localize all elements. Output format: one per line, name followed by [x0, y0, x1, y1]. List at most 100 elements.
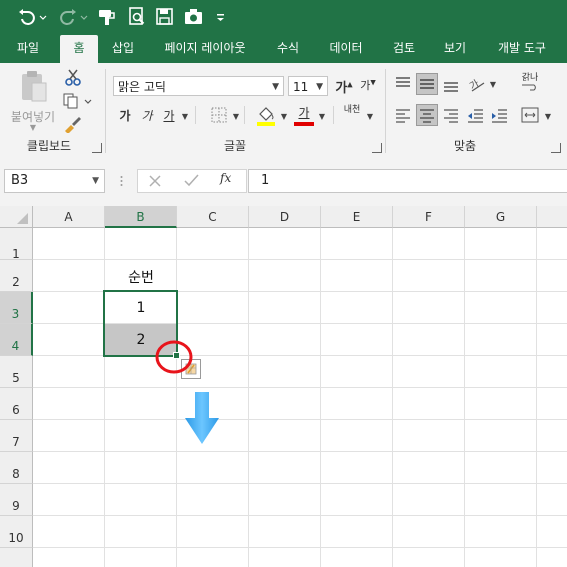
italic-button[interactable]: 가	[140, 107, 154, 127]
bold-button[interactable]: 가	[118, 107, 132, 127]
separator	[195, 106, 196, 124]
increase-font-size-button[interactable]: 가▲	[334, 77, 354, 97]
undo-icon[interactable]	[14, 6, 48, 28]
tab-developer[interactable]: 개발 도구	[486, 35, 558, 63]
underline-button[interactable]: 가	[162, 107, 176, 127]
camera-icon[interactable]	[182, 6, 206, 28]
chevron-down-icon: ▼	[92, 176, 99, 186]
decrease-indent-button[interactable]	[466, 106, 484, 124]
drag-handle-icon[interactable]	[120, 172, 123, 190]
underline-options-icon[interactable]: ▼	[180, 112, 190, 121]
ribbon-tabs: 파일 홈 삽입 페이지 레이아웃 수식 데이터 검토 보기 개발 도구	[0, 35, 567, 63]
row-header-8[interactable]: 8	[0, 452, 33, 484]
tab-page-layout[interactable]: 페이지 레이아웃	[153, 35, 257, 63]
align-left-button[interactable]	[394, 106, 412, 124]
borders-options-icon[interactable]: ▼	[231, 112, 241, 121]
paste-button[interactable]: 붙여넣기 ▼	[10, 69, 56, 132]
row-header-4[interactable]: 4	[0, 324, 33, 356]
increase-indent-button[interactable]	[490, 106, 508, 124]
middle-align-icon	[420, 79, 434, 89]
row-header-9[interactable]: 9	[0, 484, 33, 516]
copy-button[interactable]	[62, 92, 96, 110]
formula-input[interactable]: 1	[248, 169, 567, 193]
row-header-10[interactable]: 10	[0, 516, 33, 548]
row-header-3[interactable]: 3	[0, 292, 33, 324]
column-header-g[interactable]: G	[465, 206, 537, 228]
orientation-button[interactable]: 가	[466, 73, 488, 95]
cancel-icon[interactable]	[146, 173, 164, 189]
middle-align-button[interactable]	[416, 73, 438, 95]
ribbon: 붙여넣기 ▼ 클립보드 맑은 고딕 ▼ 11 ▼ 가▲ 가▼ 가 가 가 ▼ ▼…	[0, 63, 567, 159]
merge-icon	[521, 107, 539, 123]
font-color-button[interactable]: 가	[294, 105, 314, 127]
column-header-c[interactable]: C	[177, 206, 249, 228]
tab-formulas[interactable]: 수식	[266, 35, 310, 63]
row-header-7[interactable]: 7	[0, 420, 33, 452]
tab-data[interactable]: 데이터	[320, 35, 372, 63]
print-preview-icon[interactable]	[126, 6, 148, 28]
redo-icon[interactable]	[55, 6, 89, 28]
orientation-options-icon[interactable]: ▼	[488, 80, 498, 89]
format-painter-icon[interactable]	[96, 6, 118, 28]
enter-check-icon[interactable]	[182, 173, 200, 189]
top-align-button[interactable]	[394, 75, 412, 93]
column-header-d[interactable]: D	[249, 206, 321, 228]
align-right-button[interactable]	[442, 106, 460, 124]
font-name-value: 맑은 고딕	[118, 80, 166, 94]
cut-button[interactable]	[62, 69, 84, 87]
decrease-font-size-button[interactable]: 가▼	[358, 77, 378, 97]
fill-color-button[interactable]	[256, 105, 276, 127]
phonetic-options-icon[interactable]: ▼	[365, 112, 375, 121]
merge-options-icon[interactable]: ▼	[543, 112, 553, 121]
worksheet-grid: A B C D E F G 1 2 3 4 5 6 7 8 9 10 순번 1 …	[0, 206, 567, 567]
tab-view[interactable]: 보기	[434, 35, 476, 63]
select-all-button[interactable]	[0, 206, 33, 228]
name-box[interactable]: B3 ▼	[4, 169, 105, 193]
down-arrow-icon	[185, 392, 219, 444]
gridline	[33, 451, 567, 452]
column-header-f[interactable]: F	[393, 206, 465, 228]
tab-insert[interactable]: 삽입	[103, 35, 143, 63]
row-header-5[interactable]: 5	[0, 356, 33, 388]
gridline	[464, 228, 465, 567]
column-header-b[interactable]: B	[105, 206, 177, 228]
font-size-value: 11	[293, 80, 309, 94]
row-header-1[interactable]: 1	[0, 228, 33, 261]
fill-color-options-icon[interactable]: ▼	[279, 112, 289, 121]
column-header-h[interactable]	[537, 206, 567, 228]
font-launcher-icon[interactable]	[372, 143, 382, 153]
wrap-text-label: 갉나	[521, 73, 539, 83]
column-header-a[interactable]: A	[33, 206, 105, 228]
format-painter-button[interactable]	[62, 115, 84, 134]
row-header-2[interactable]: 2	[0, 260, 33, 292]
align-left-icon	[396, 109, 410, 123]
row-header-11[interactable]	[0, 548, 33, 567]
phonetic-guide-button[interactable]: 내천	[340, 105, 364, 127]
orientation-icon: 가	[467, 78, 485, 93]
cell-b2[interactable]: 순번	[105, 264, 177, 292]
save-icon[interactable]	[154, 6, 176, 28]
tab-review[interactable]: 검토	[382, 35, 426, 63]
insert-function-button[interactable]: fx	[220, 171, 238, 189]
align-right-icon	[444, 109, 458, 123]
wrap-text-button[interactable]: 갉나	[517, 73, 543, 97]
borders-button[interactable]	[210, 107, 228, 125]
gridline	[248, 228, 249, 567]
chevron-down-icon: ▼	[316, 82, 323, 92]
row-header-6[interactable]: 6	[0, 388, 33, 420]
tab-file[interactable]: 파일	[6, 35, 50, 63]
font-size-dropdown[interactable]: 11 ▼	[288, 76, 328, 96]
alignment-launcher-icon[interactable]	[551, 143, 561, 153]
merge-center-button[interactable]	[520, 105, 540, 125]
customize-icon[interactable]	[212, 6, 228, 28]
top-align-icon	[396, 77, 410, 87]
font-name-dropdown[interactable]: 맑은 고딕 ▼	[113, 76, 284, 96]
clipboard-launcher-icon[interactable]	[92, 143, 102, 153]
column-header-e[interactable]: E	[321, 206, 393, 228]
clipboard-group-label: 클립보드	[26, 139, 72, 153]
tab-home[interactable]: 홈	[60, 35, 98, 63]
gridline	[33, 387, 567, 388]
bottom-align-button[interactable]	[442, 75, 460, 93]
font-color-options-icon[interactable]: ▼	[317, 112, 327, 121]
align-center-button[interactable]	[416, 104, 438, 126]
